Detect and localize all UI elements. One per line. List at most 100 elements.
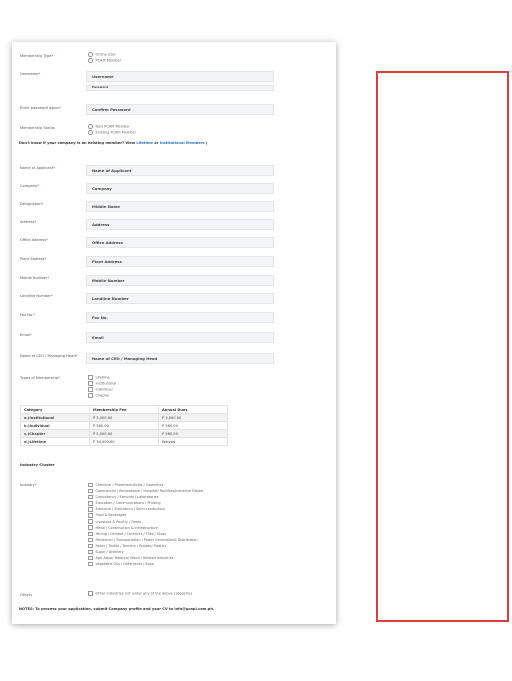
types-of-membership-label: Types of Membership* (20, 376, 60, 380)
field-input[interactable]: Email (86, 332, 274, 343)
radio-icon (88, 52, 93, 57)
field-label: Office Address* (20, 238, 48, 242)
type-institutional-checkbox[interactable]: Institutional (88, 381, 116, 386)
industry-option-label: Paper / Textile / Tannery / Rubber/ Plas… (95, 543, 167, 548)
checkbox-icon (88, 393, 93, 398)
industry-option-label: Education / Communications / Printing (95, 501, 161, 506)
checkbox-icon (88, 375, 93, 380)
field-input[interactable]: Address (86, 219, 274, 230)
field-label: Address* (20, 220, 37, 224)
table-cell: b.)Individual (20, 421, 90, 430)
industry-option-checkbox[interactable]: Vegetable Oils / Detergents / Soap (88, 561, 203, 567)
confirm-password-input[interactable]: Confirm Password (86, 104, 274, 115)
table-row: b.)Individual P 560.00 P 560.00 (20, 421, 228, 430)
industry-option-label: Sugar / Distillery (95, 550, 124, 555)
highlight-frame (376, 71, 509, 622)
table-header: Annual Dues (158, 405, 228, 414)
checkbox-icon (88, 381, 93, 386)
table-cell: P 560.00 (158, 429, 228, 438)
checkbox-icon (88, 488, 93, 494)
industry-option-label: Agri-Aqua/ Tobacco/ Wood / Related Indus… (95, 556, 174, 561)
industry-option-label: Food & Beverages (95, 513, 127, 518)
checkbox-icon (88, 549, 93, 555)
radio-icon (88, 130, 93, 135)
membership-type-online-radio[interactable]: Online User (88, 52, 116, 57)
membership-status-label: Membership Status (20, 126, 55, 130)
field-input[interactable]: Landline Number (86, 293, 274, 304)
table-cell: c.)Chapter (20, 429, 90, 438)
field-label: Landline Number* (20, 294, 53, 298)
checkbox-icon (88, 591, 93, 596)
industry-option-label: Electrical / Electronics / Semi-conducto… (95, 507, 165, 512)
confirm-password-label: Enter password again* (20, 106, 61, 110)
checkbox-icon (88, 494, 93, 500)
password-input[interactable]: Password (86, 85, 274, 91)
table-header: Category (20, 405, 90, 414)
industry-option-label: Mining / Cement / Ceramics / Tiles / Gla… (95, 531, 166, 536)
field-label: Email* (20, 333, 32, 337)
table-row: a.)Institutional P 3,000.00 P 3,000.00 (20, 413, 228, 422)
industry-label: Industry* (20, 483, 37, 487)
lifetime-link[interactable]: Lifetime (136, 141, 153, 145)
field-input[interactable]: Office Address (86, 237, 274, 248)
table-cell: P 560.00 (89, 421, 159, 430)
field-label: Designation* (20, 202, 44, 206)
table-cell: P 3,000.00 (89, 413, 159, 422)
field-input[interactable]: Mobile Number (86, 275, 274, 286)
checkbox-icon (88, 525, 93, 530)
status-new-radio[interactable]: New PCAPI Member (88, 124, 130, 129)
field-input[interactable]: Plant Address (86, 256, 274, 267)
field-input[interactable]: Company (86, 183, 274, 194)
type-individual-checkbox[interactable]: Individual (88, 387, 113, 392)
table-row: c.)Chapter P 5,000.00 P 560.00 (20, 429, 228, 438)
checkbox-icon (88, 519, 93, 524)
industry-option-label: Petroleum / Transportation / Power Gener… (95, 537, 198, 542)
username-input[interactable]: Username (86, 71, 274, 82)
status-existing-radio[interactable]: Existing PCAPI Member (88, 130, 136, 135)
field-label: Mobile Number* (20, 276, 50, 280)
table-header-row: Category Membership Fee Annual Dues (20, 405, 228, 414)
field-label: Fax No.* (20, 313, 35, 317)
table-cell: P 560.00 (158, 421, 228, 430)
field-input[interactable]: Name of CEO / Managing Head (86, 353, 274, 364)
field-label: Name of CEO / Managing Head* (20, 354, 78, 358)
membership-fee-table: Category Membership Fee Annual Dues a.)I… (20, 405, 228, 446)
table-header: Membership Fee (89, 405, 159, 414)
field-input[interactable]: Name of Applicant (86, 165, 274, 176)
type-lifetime-checkbox[interactable]: Lifetime (88, 375, 110, 380)
checkbox-icon (88, 543, 93, 549)
membership-type-pcapi-radio[interactable]: PCAPI Member (88, 58, 121, 63)
membership-type-label: Membership Type* (20, 54, 54, 58)
institutional-members-link[interactable]: Institutional Members (160, 141, 205, 145)
industry-option-label: Livestock & Poultry / Feeds (95, 519, 142, 524)
field-label: Company* (20, 184, 39, 188)
industry-option-label: Commercial / Recreational / Hospital/ Fa… (95, 489, 203, 494)
existing-member-note: Don't know if your company is an existin… (19, 141, 208, 145)
table-cell: d.)Lifetime (20, 437, 90, 446)
type-chapter-checkbox[interactable]: Chapter (88, 393, 110, 398)
industry-option-label: Metal / Construction & Infrastructure (95, 525, 158, 530)
table-cell: a.)Institutional (20, 413, 90, 422)
checkbox-icon (88, 513, 93, 518)
industry-checkbox-list: Chemical / Pharmaceuticals / Cosmetics Co… (88, 482, 203, 567)
radio-icon (88, 58, 93, 63)
others-checkbox[interactable]: Other industries not under any of the ab… (88, 591, 192, 596)
checkbox-icon (88, 555, 93, 561)
field-label: Name of Applicant* (20, 166, 56, 170)
radio-icon (88, 124, 93, 129)
table-cell: P 30,000.00 (89, 437, 159, 446)
checkbox-icon (88, 501, 93, 506)
checkbox-icon (88, 561, 93, 567)
industry-option-label: Chemical / Pharmaceuticals / Cosmetics (95, 483, 164, 487)
checkbox-icon (88, 387, 93, 392)
field-input[interactable]: Middle Name (86, 201, 274, 212)
checkbox-icon (88, 507, 93, 512)
industry-option-label: Consultancy / Services / Laboratories (95, 495, 159, 500)
checkbox-icon (88, 531, 93, 536)
table-cell: P 5,000.00 (89, 429, 159, 438)
field-input[interactable]: Fax No. (86, 312, 274, 323)
industry-option-label: Vegetable Oils / Detergents / Soap (95, 562, 154, 567)
checkbox-icon (88, 537, 93, 543)
table-row: d.)Lifetime P 30,000.00 Waived (20, 437, 228, 446)
field-label: Plant Address* (20, 257, 47, 261)
